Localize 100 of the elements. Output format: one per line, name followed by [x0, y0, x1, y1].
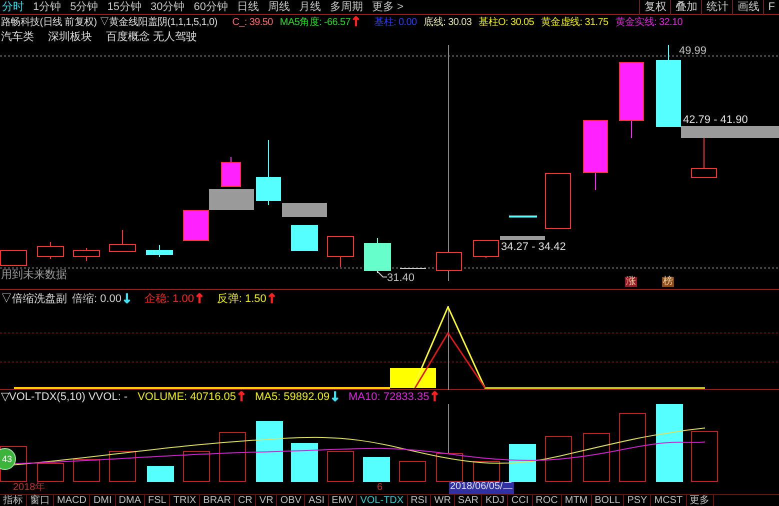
indicator-tab[interactable]: DMI: [90, 495, 116, 506]
volume-bar: [583, 433, 610, 482]
trend-arrow: ↑: [350, 16, 362, 29]
indicator-tab[interactable]: EMV: [328, 495, 358, 506]
period-tab[interactable]: 月线: [299, 2, 321, 12]
indicator-value: 基柱: 0.00: [374, 18, 417, 28]
indicator-tab[interactable]: CCI: [508, 495, 533, 506]
trend-arrow: ↓: [330, 391, 340, 404]
indicator-tab[interactable]: 更多: [686, 495, 714, 506]
candlestick: [583, 120, 608, 190]
candlestick: [146, 244, 173, 258]
indicator-value: 基柱O: 30.05: [478, 18, 534, 28]
indicator-tab[interactable]: CR: [234, 495, 256, 506]
price-label: 31.40: [387, 273, 415, 284]
period-tab[interactable]: 日线: [237, 2, 259, 12]
period-tab[interactable]: 分时: [2, 2, 24, 12]
candlestick: [109, 230, 136, 252]
period-tab[interactable]: 更多 >: [372, 2, 404, 12]
price-zone-bar: [500, 236, 545, 240]
indicator-tab[interactable]: FSL: [145, 495, 170, 506]
indicator-value: 企稳: 1.00: [144, 294, 194, 304]
indicator-tab[interactable]: DMA: [116, 495, 146, 506]
date-axis-label: 6: [377, 483, 383, 493]
period-tab[interactable]: 多周期: [330, 2, 363, 12]
indicator-tab[interactable]: MCST: [651, 495, 687, 506]
indicator-tab[interactable]: OBV: [277, 495, 306, 506]
price-label: 49.99: [679, 46, 707, 57]
indicator-value: C_: 39.50: [232, 18, 273, 28]
price-label: 34.27 - 34.42: [501, 242, 566, 253]
indicator-value: MA5: 59892.09: [254, 392, 330, 403]
candlestick: [221, 156, 241, 187]
trend-arrow: ↑: [429, 391, 440, 404]
rank-badge: 涨: [625, 277, 637, 287]
trend-arrow: ↑: [194, 292, 205, 306]
indicator-tab[interactable]: RSI: [408, 495, 432, 506]
indicator-value: 反弹: 1.50: [216, 294, 266, 304]
indicator-tab[interactable]: PSY: [624, 495, 652, 506]
indicator-tab[interactable]: TRIX: [170, 495, 200, 506]
volume-bar: [436, 453, 463, 482]
volume-bar: [73, 459, 100, 482]
volume-bar: [619, 413, 646, 482]
indicator-tab[interactable]: KDJ: [482, 495, 508, 506]
toolbar-button[interactable]: 叠加: [670, 0, 702, 14]
indicator-tab[interactable]: MTM: [562, 495, 592, 506]
price-label: 用到未来数据: [1, 270, 67, 281]
indicator-tab[interactable]: BOLL: [592, 495, 624, 506]
indicator-tab[interactable]: SAR: [454, 495, 482, 506]
cursor-date-label: 2018/06/05/二: [449, 482, 514, 494]
candlestick: [37, 242, 64, 260]
sector-tag: 汽车类: [1, 32, 34, 43]
period-tab[interactable]: 5分钟: [70, 2, 98, 12]
candlestick: [691, 138, 717, 178]
price-zone-bar: [282, 203, 327, 217]
volume-bar: [691, 431, 718, 482]
volume-bar: [509, 444, 536, 482]
indicator-tab[interactable]: BRAR: [200, 495, 235, 506]
toolbar-button[interactable]: 复权: [639, 0, 670, 14]
indicator-value: 黄金虚线: 31.75: [540, 18, 608, 28]
chart-title: 路畅科技(日线 前复权) ▽黄金线阳盖阴(1,1,1,5,1,0): [1, 18, 218, 28]
volume-bar: [363, 457, 390, 482]
candlestick: [256, 140, 281, 206]
period-tab[interactable]: 15分钟: [107, 2, 142, 12]
indicator-tab[interactable]: ROC: [532, 495, 562, 506]
volume-bar: [147, 466, 174, 482]
volume-bar: [219, 432, 246, 482]
indicator-tab[interactable]: WR: [431, 495, 455, 506]
indicator-tab[interactable]: VR: [256, 495, 278, 506]
price-level-mark: [400, 268, 426, 269]
indicator-tab[interactable]: VOL-TDX: [357, 495, 408, 506]
period-tab[interactable]: 1分钟: [33, 2, 62, 12]
indicator-tab[interactable]: 窗口: [27, 495, 54, 506]
rank-badge: 榜: [662, 277, 674, 287]
candlestick: [473, 240, 499, 258]
volume-bar: [399, 461, 426, 482]
toolbar-button[interactable]: 统计: [701, 0, 732, 14]
indicator-value: MA10: 72833.35: [348, 392, 430, 403]
trend-arrow: ↑: [266, 292, 278, 306]
price-zone-bar: [209, 189, 254, 210]
toolbar-button[interactable]: 画线: [732, 0, 764, 14]
indicator-name: ▽VOL-TDX(5,10) VVOL: -: [1, 392, 128, 403]
candlestick: [436, 252, 462, 271]
volume-bar: [37, 463, 64, 482]
indicator-tab[interactable]: 指标: [0, 495, 27, 506]
indicator-bar: [390, 368, 436, 388]
price-label: 42.79 - 41.90: [683, 115, 748, 126]
indicator-value: 底线: 30.03: [424, 18, 472, 28]
volume-bar: [183, 451, 210, 482]
period-tab[interactable]: 60分钟: [194, 2, 228, 12]
candlestick: [364, 238, 391, 274]
toolbar-button[interactable]: F: [763, 0, 779, 14]
price-level-mark: [509, 216, 537, 218]
period-tab[interactable]: 周线: [268, 2, 290, 12]
date-axis-label: 2018年: [13, 483, 46, 493]
candlestick: [545, 172, 571, 229]
indicator-tab[interactable]: ASI: [305, 495, 329, 506]
indicator-value: VOLUME: 40716.05: [138, 392, 236, 403]
indicator-tab[interactable]: MACD: [54, 495, 90, 506]
volume-bar: [256, 421, 283, 482]
candlestick: [327, 236, 354, 268]
period-tab[interactable]: 30分钟: [150, 2, 185, 12]
